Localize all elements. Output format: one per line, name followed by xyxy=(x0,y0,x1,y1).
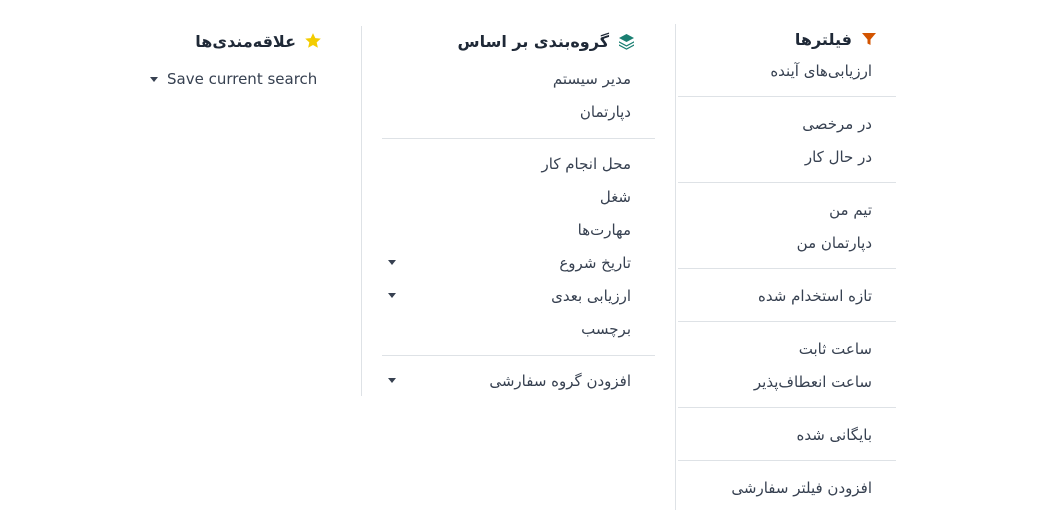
filter-option[interactable]: تیم من xyxy=(676,193,896,226)
divider xyxy=(678,321,896,322)
save-current-search-toggle[interactable]: Save current search xyxy=(140,62,360,96)
divider xyxy=(678,407,896,408)
add-custom-group-select[interactable]: افزودن گروه سفارشی xyxy=(362,364,675,397)
caret-down-icon xyxy=(388,293,396,298)
filter-option[interactable]: بایگانی شده xyxy=(676,418,896,451)
favorites-title: علاقه‌مندی‌ها xyxy=(195,31,296,51)
groupby-option[interactable]: ارزیابی بعدی xyxy=(362,279,675,312)
groupby-option[interactable]: محل انجام کار xyxy=(362,147,675,180)
divider xyxy=(678,182,896,183)
favorites-panel: علاقه‌مندی‌ها Save current search xyxy=(140,26,360,96)
caret-down-icon xyxy=(150,76,158,82)
groupby-title: گروه‌بندی بر اساس xyxy=(457,31,610,51)
filter-option[interactable]: تازه استخدام شده xyxy=(676,279,896,312)
filter-option[interactable]: در حال کار xyxy=(676,140,896,173)
filter-icon xyxy=(860,30,878,48)
groupby-option[interactable]: شغل xyxy=(362,180,675,213)
caret-down-icon xyxy=(388,260,396,265)
filter-option[interactable]: دپارتمان من xyxy=(676,226,896,259)
filter-option[interactable]: ارزیابی‌های آینده xyxy=(676,54,896,87)
save-current-search-label: Save current search xyxy=(167,70,318,88)
groupby-option[interactable]: مهارت‌ها xyxy=(362,213,675,246)
filters-title: فیلترها xyxy=(794,29,852,49)
groupby-option[interactable]: برچسب xyxy=(362,312,675,345)
layers-icon xyxy=(617,32,635,50)
star-icon xyxy=(304,32,322,50)
divider xyxy=(382,355,655,356)
divider xyxy=(382,138,655,139)
favorites-header: علاقه‌مندی‌ها xyxy=(140,26,360,56)
add-custom-filter-button[interactable]: افزودن فیلتر سفارشی xyxy=(676,471,896,504)
groupby-item-department[interactable]: دپارتمان xyxy=(362,95,675,128)
groupby-option[interactable]: تاریخ شروع xyxy=(362,246,675,279)
filter-option[interactable]: ساعت ثابت xyxy=(676,332,896,365)
filters-header: فیلترها xyxy=(676,24,896,54)
divider xyxy=(678,460,896,461)
groupby-header: گروه‌بندی بر اساس xyxy=(362,26,675,56)
filter-option[interactable]: ساعت انعطاف‌پذیر xyxy=(676,365,896,398)
caret-down-icon xyxy=(388,378,396,383)
groupby-item-manager[interactable]: مدیر سیستم xyxy=(362,62,675,95)
divider xyxy=(678,268,896,269)
filter-option[interactable]: در مرخصی xyxy=(676,107,896,140)
divider xyxy=(678,96,896,97)
groupby-panel: گروه‌بندی بر اساس مدیر سیستم دپارتمان مح… xyxy=(361,26,675,396)
filters-panel: فیلترها ارزیابی‌های آینده در مرخصی در حال … xyxy=(675,24,896,510)
